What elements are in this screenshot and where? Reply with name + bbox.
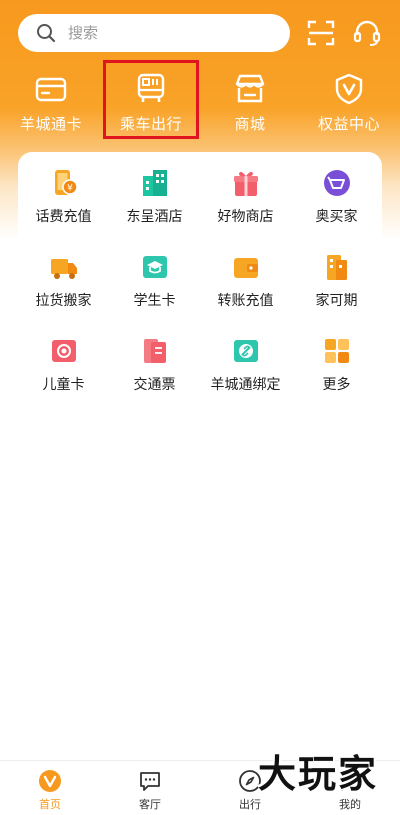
nav-label: 首页 <box>39 798 61 811</box>
nav-living-room[interactable]: 客厅 <box>100 761 200 815</box>
more-icon <box>325 339 349 363</box>
home-icon <box>327 255 347 280</box>
grid-item-label: 更多 <box>322 377 351 393</box>
grid-item-gift-store[interactable]: 好物商店 <box>200 158 291 238</box>
shopping-icon <box>324 170 350 196</box>
wallet-icon <box>234 258 258 278</box>
child-card-icon <box>52 340 76 362</box>
grid-item-jiakeqi[interactable]: 家可期 <box>291 242 382 322</box>
home-v-icon <box>39 770 61 792</box>
grid-item-label: 拉货搬家 <box>35 293 92 309</box>
grid-item-traffic-ticket[interactable]: 交通票 <box>109 326 200 406</box>
grid-item-label: 转账充值 <box>217 293 274 309</box>
link-icon <box>234 340 258 362</box>
quick-action-benefits[interactable]: 权益中心 <box>303 66 395 142</box>
grid-item-label: 家可期 <box>315 293 358 309</box>
grid-item-student-card[interactable]: 学生卡 <box>109 242 200 322</box>
grid-item-label: 羊城通绑定 <box>210 377 281 393</box>
highlight-frame <box>103 60 199 139</box>
grid-item-label: 儿童卡 <box>42 377 85 393</box>
nav-home[interactable]: 首页 <box>0 761 100 815</box>
store-icon <box>235 74 265 103</box>
search-placeholder: 搜索 <box>68 24 99 42</box>
grid-item-phone-recharge[interactable]: ¥ 话费充值 <box>18 158 109 238</box>
grid-item-moving[interactable]: 拉货搬家 <box>18 242 109 322</box>
grid-item-hotel[interactable]: 东呈酒店 <box>109 158 200 238</box>
search-icon <box>37 24 56 43</box>
top-bar: 搜索 <box>0 12 400 56</box>
quick-action-label: 羊城通卡 <box>19 115 82 133</box>
quick-action-label: 权益中心 <box>317 115 380 133</box>
grid-item-label: 话费充值 <box>35 209 92 225</box>
hotel-icon <box>143 170 167 196</box>
nav-label: 我的 <box>339 798 361 811</box>
grid-item-label: 奥买家 <box>315 209 358 225</box>
grid-item-label: 东呈酒店 <box>126 209 183 225</box>
quick-actions: 羊城通卡 乘车出行 商城 权益中心 <box>0 66 400 146</box>
quick-action-label: 商城 <box>234 115 266 133</box>
search-input[interactable]: 搜索 <box>18 14 290 52</box>
ticket-icon <box>144 339 166 363</box>
grid-item-aomaijia[interactable]: 奥买家 <box>291 158 382 238</box>
phone-recharge-icon: ¥ <box>55 170 78 195</box>
scan-icon[interactable] <box>306 18 336 48</box>
grid-item-label: 好物商店 <box>217 209 274 225</box>
grid-item-label: 学生卡 <box>133 293 176 309</box>
nav-label: 出行 <box>239 798 261 811</box>
grid-item-child-card[interactable]: 儿童卡 <box>18 326 109 406</box>
card-icon <box>35 77 67 102</box>
student-card-icon <box>143 256 167 278</box>
app-screen: 搜索 羊城通卡 乘车出行 商城 权益中心 ¥ 话费充值 东呈酒店 好物商店 奥买… <box>0 0 400 815</box>
grid-item-label: 交通票 <box>133 377 176 393</box>
watermark: 大玩家 <box>258 751 379 796</box>
quick-action-yangchengtong-card[interactable]: 羊城通卡 <box>5 66 97 142</box>
svg-text:¥: ¥ <box>67 184 73 194</box>
services-grid: ¥ 话费充值 东呈酒店 好物商店 奥买家 拉货搬家 学生卡 转账充值 家可期 儿… <box>18 152 382 417</box>
grid-item-bind-card[interactable]: 羊城通绑定 <box>200 326 291 406</box>
quick-action-mall[interactable]: 商城 <box>204 66 296 142</box>
truck-icon <box>51 259 77 279</box>
grid-item-transfer[interactable]: 转账充值 <box>200 242 291 322</box>
grid-item-more[interactable]: 更多 <box>291 326 382 406</box>
gift-icon <box>234 171 258 196</box>
headset-icon[interactable] <box>352 18 382 48</box>
shield-v-icon <box>335 73 363 105</box>
chat-icon <box>140 772 160 791</box>
nav-label: 客厅 <box>139 798 161 811</box>
